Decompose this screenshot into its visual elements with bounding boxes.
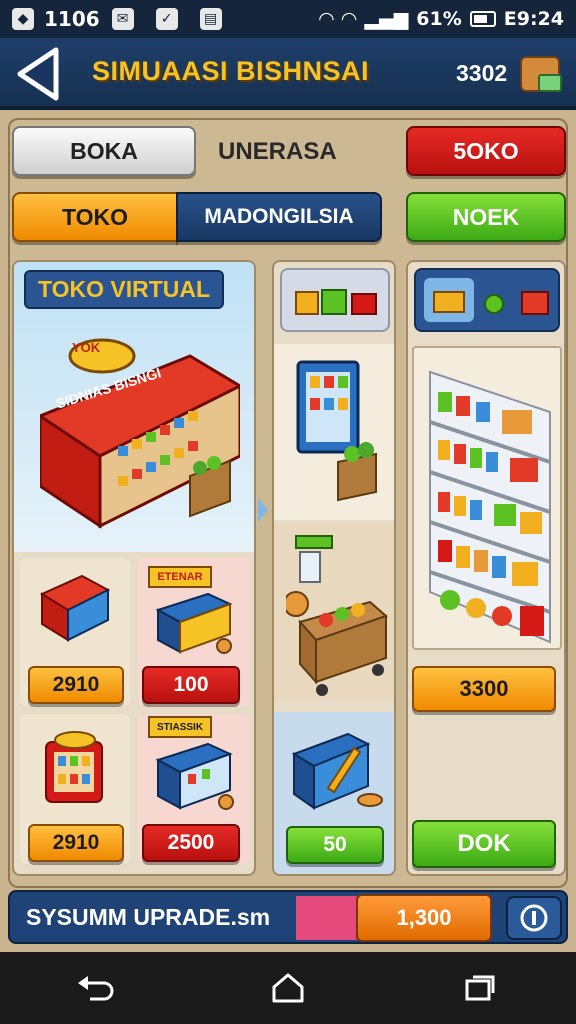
info-icon	[520, 904, 548, 932]
shelf-illustration	[429, 370, 551, 644]
store-badge: YOK	[72, 340, 101, 355]
page-title: SIMUAASI BISHNSAI	[92, 56, 370, 86]
display-shelf-icon	[155, 592, 233, 654]
back-icon	[78, 976, 114, 1001]
chevron-right-icon	[258, 498, 268, 522]
tool-box-icon	[291, 732, 383, 810]
battery-percent: 61%	[416, 8, 462, 30]
tab-noek[interactable]: NOEK	[406, 192, 566, 242]
tab-5oko[interactable]: 5OKO	[406, 126, 566, 176]
coin-counter: 3302	[456, 60, 508, 86]
system-nav-bar	[0, 952, 576, 1024]
toko-virtual-column: TOKO VIRTUAL YOK SIDNIAS BISNGI 2910 ETE…	[12, 260, 256, 876]
middle-column: 50	[272, 260, 396, 876]
clock: E9:24	[503, 8, 564, 30]
item-sign: ETENAR	[148, 566, 212, 588]
crate-icons	[295, 289, 377, 315]
virtual-store-illustration[interactable]	[40, 326, 240, 536]
nav-back-button[interactable]	[66, 964, 126, 1012]
nav-recents-button[interactable]	[450, 964, 510, 1012]
app-notification-icon: ◆	[12, 8, 34, 30]
tab-boka[interactable]: BOKA	[12, 126, 196, 176]
status-left-text: 1106	[44, 7, 100, 31]
vending-stall-icon	[45, 731, 103, 803]
item-price-button[interactable]: 2910	[28, 824, 124, 862]
wallet-icon[interactable]	[520, 56, 562, 92]
tab-toko[interactable]: TOKO	[12, 192, 178, 242]
wifi-icon: ◠	[319, 8, 334, 30]
category-strip-right[interactable]	[414, 268, 560, 332]
check-notification-icon: ✓	[155, 8, 178, 30]
upgrade-label: SYSUMM UPRADE.sm	[26, 904, 271, 930]
signal-icon: ▂▄▆	[364, 8, 409, 30]
nav-home-button[interactable]	[258, 964, 318, 1012]
info-button[interactable]	[506, 896, 562, 940]
display-board-icon	[296, 360, 377, 502]
wifi-icon-2: ◠	[341, 8, 357, 30]
item-price-button[interactable]: 50	[286, 826, 384, 864]
tab-madongilsia[interactable]: MADONGILSIA	[176, 192, 382, 242]
item-sign: STIASSIK	[148, 716, 212, 738]
upgrade-progress-segment	[296, 896, 362, 940]
message-notification-icon: ✉	[111, 8, 134, 30]
cart-scene[interactable]	[274, 524, 394, 700]
upgrade-bar: SYSUMM UPRADE.sm 1,300	[8, 890, 568, 944]
item-price-button[interactable]: 2910	[28, 666, 124, 704]
home-icon	[272, 973, 304, 1003]
back-arrow-icon[interactable]	[12, 46, 66, 102]
product-cabinet-icon	[155, 742, 234, 810]
ok-button[interactable]: DOK	[412, 820, 556, 868]
category-strip[interactable]	[280, 268, 390, 332]
upgrade-price-button[interactable]: 1,300	[356, 894, 492, 942]
tab-unerasa[interactable]: UNERASA	[218, 138, 337, 166]
shelf-price-button[interactable]: 3300	[412, 666, 556, 712]
column-title: TOKO VIRTUAL	[24, 270, 225, 309]
supermarket-shelf[interactable]	[412, 346, 562, 650]
status-bar: ◆ 1106 ✉ ✓ ▤ ◠ ◠ ▂▄▆ 61% E9:24	[0, 0, 576, 38]
file-notification-icon: ▤	[199, 8, 222, 30]
shopping-cart-icon	[286, 535, 388, 696]
shop-box-icon	[39, 574, 111, 642]
shelf-scene[interactable]	[274, 344, 394, 520]
battery-icon	[469, 11, 496, 27]
category-icons	[433, 291, 549, 315]
right-column: 3300 DOK	[406, 260, 566, 876]
item-price-button[interactable]: 2500	[142, 824, 240, 862]
item-price-button[interactable]: 100	[142, 666, 240, 704]
recents-icon	[465, 975, 495, 1001]
app-header: SIMUAASI BISHNSAI 3302	[0, 38, 576, 110]
